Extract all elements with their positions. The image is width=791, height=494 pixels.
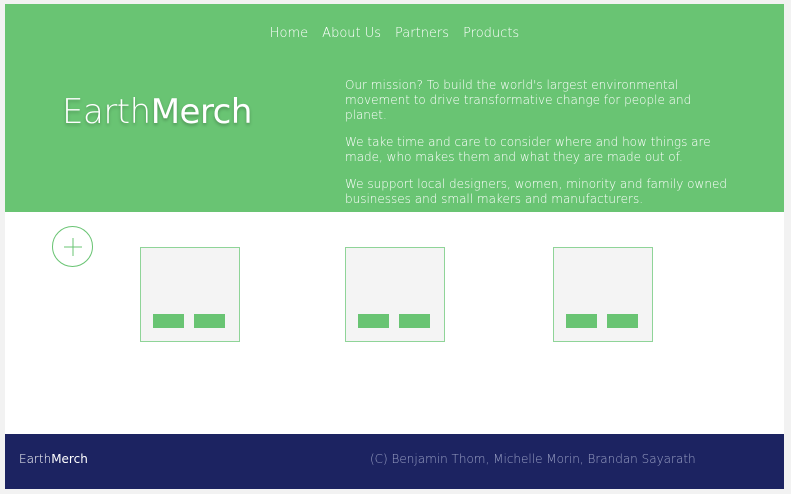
plus-icon <box>63 237 82 256</box>
mission-text: Our mission? To build the world's larges… <box>345 78 735 219</box>
brand-light: Earth <box>62 92 151 132</box>
footer-brand-bold: Merch <box>51 452 88 466</box>
nav-about-us[interactable]: About Us <box>322 26 381 41</box>
footer: EarthMerch (C) Benjamin Thom, Michelle M… <box>5 434 784 489</box>
mission-paragraph-1: Our mission? To build the world's larges… <box>345 78 692 122</box>
add-product-button[interactable] <box>52 226 93 267</box>
mission-paragraph-2: We take time and care to consider where … <box>345 135 711 164</box>
product-card <box>345 247 445 342</box>
footer-brand-light: Earth <box>19 452 52 466</box>
nav-partners[interactable]: Partners <box>395 26 449 41</box>
copyright-text: (C) Benjamin Thom, Michelle Morin, Brand… <box>370 452 696 466</box>
hero-section: Home About Us Partners Products EarthMer… <box>5 4 784 212</box>
brand-bold: Merch <box>150 92 253 132</box>
product-card-action-button[interactable] <box>566 314 597 328</box>
nav-products[interactable]: Products <box>463 26 519 41</box>
brand-logo: EarthMerch <box>62 92 252 132</box>
product-card-action-button[interactable] <box>194 314 225 328</box>
footer-brand: EarthMerch <box>19 452 88 466</box>
product-card <box>140 247 240 342</box>
product-card-action-button[interactable] <box>153 314 184 328</box>
product-card-action-button[interactable] <box>399 314 430 328</box>
nav-home[interactable]: Home <box>270 26 308 41</box>
product-card-action-button[interactable] <box>607 314 638 328</box>
mission-paragraph-3: We support local designers, women, minor… <box>345 177 727 206</box>
main-nav: Home About Us Partners Products <box>5 26 784 41</box>
page-frame: Home About Us Partners Products EarthMer… <box>5 4 784 489</box>
product-card-action-button[interactable] <box>358 314 389 328</box>
product-card <box>553 247 653 342</box>
